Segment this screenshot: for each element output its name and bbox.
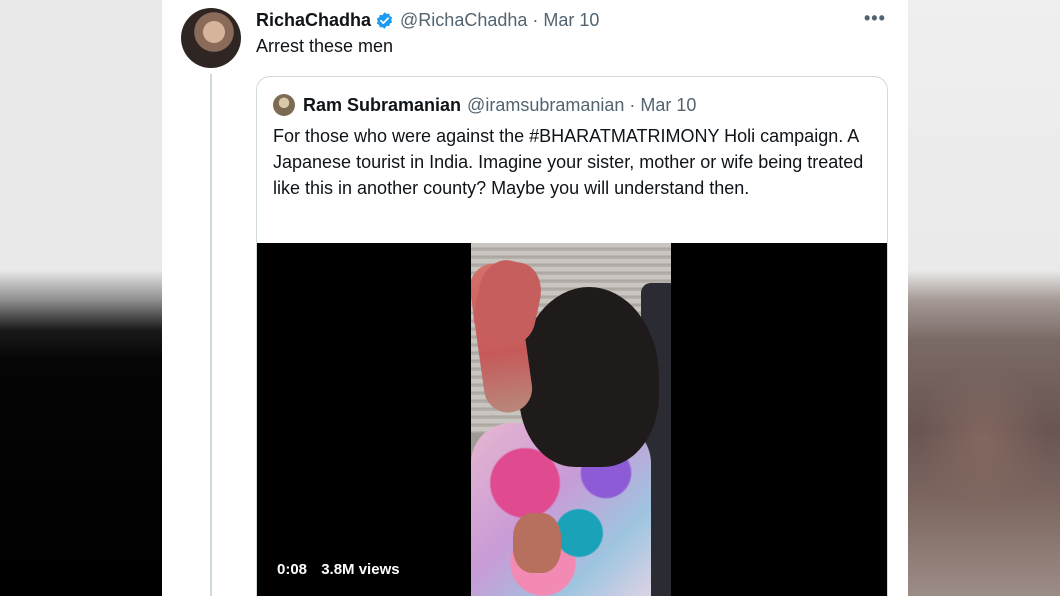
video-time: 0:08 [277,561,308,578]
tweet-date[interactable]: · Mar 10 [532,10,599,31]
tweet-card[interactable]: RichaChadha @RichaChadha · Mar 10 ••• Ar… [162,0,908,596]
tweet-header: RichaChadha @RichaChadha · Mar 10 [256,9,599,31]
more-options-icon[interactable]: ••• [864,8,886,29]
tweet-text: Arrest these men [256,36,394,56]
thread-line [210,74,212,596]
quoted-author-handle: @iramsubramanian [467,94,625,115]
video-frame [471,243,671,596]
video-player[interactable]: 0:08 3.8M views [257,243,887,596]
quoted-tweet[interactable]: Ram Subramanian @iramsubramanian · Mar 1… [256,76,888,596]
blurred-background-right [908,0,1060,596]
quoted-avatar[interactable] [273,94,295,116]
blurred-background-left [0,0,162,596]
author-handle[interactable]: @RichaChadha [400,10,527,31]
quoted-tweet-header: Ram Subramanian @iramsubramanian · Mar 1… [273,93,696,117]
quoted-tweet-text: For those who were against the #BHARATMA… [273,126,864,198]
verified-badge-icon [376,11,393,29]
video-info: 0:08 3.8M views [277,561,410,578]
author-name[interactable]: RichaChadha [256,10,371,31]
video-views: 3.8M views [321,561,400,578]
quoted-tweet-date: · Mar 10 [629,94,697,115]
quoted-author-name: Ram Subramanian [303,94,462,115]
avatar[interactable] [181,8,241,68]
